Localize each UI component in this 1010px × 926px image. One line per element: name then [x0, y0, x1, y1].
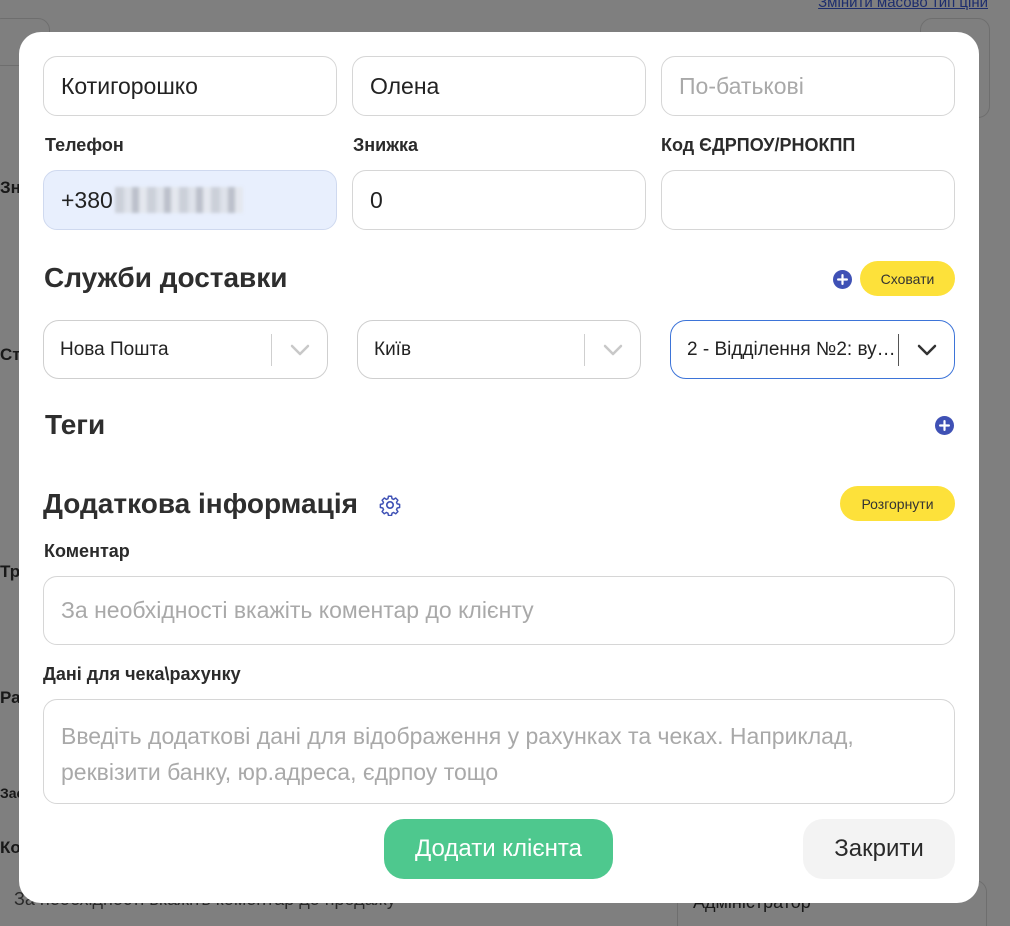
middle-name-input[interactable]: По-батькові: [661, 56, 955, 116]
chevron-down-icon[interactable]: [585, 344, 640, 356]
edrpou-input[interactable]: [661, 170, 955, 230]
receipt-data-textarea[interactable]: Введіть додаткові дані для відображення …: [43, 699, 955, 804]
discount-label: Знижка: [353, 135, 418, 155]
comment-input[interactable]: За необхідності вкажіть коментар до кліє…: [43, 576, 955, 645]
add-client-button[interactable]: Додати клієнта: [384, 819, 613, 879]
phone-redacted: [114, 187, 243, 213]
delivery-service-value: Нова Пошта: [60, 338, 169, 360]
discount-input[interactable]: 0: [352, 170, 646, 230]
phone-input[interactable]: +380: [43, 170, 337, 230]
branch-select[interactable]: 2 - Відділення №2: ву…: [670, 320, 955, 379]
branch-value: 2 - Відділення №2: ву…: [687, 338, 896, 360]
add-delivery-icon[interactable]: [833, 270, 852, 289]
gear-icon[interactable]: [379, 494, 401, 516]
chevron-down-icon[interactable]: [272, 344, 327, 356]
add-client-modal: Котигорошко Олена По-батькові Телефон Зн…: [19, 32, 979, 903]
delivery-title: Служби доставки: [44, 262, 288, 293]
phone-label: Телефон: [45, 135, 124, 155]
last-name-input[interactable]: Котигорошко: [43, 56, 337, 116]
tags-title: Теги: [45, 409, 106, 440]
city-value: Київ: [374, 338, 412, 360]
additional-info-title: Додаткова інформація: [43, 488, 358, 519]
expand-additional-button[interactable]: Розгорнути: [840, 486, 955, 521]
chevron-down-icon[interactable]: [899, 344, 954, 356]
comment-label: Коментар: [44, 541, 130, 561]
receipt-data-label: Дані для чека\рахунку: [43, 664, 241, 684]
phone-value: +380: [61, 186, 113, 213]
first-name-input[interactable]: Олена: [352, 56, 646, 116]
delivery-service-select[interactable]: Нова Пошта: [43, 320, 328, 379]
add-tag-icon[interactable]: [935, 416, 954, 435]
hide-delivery-button[interactable]: Сховати: [860, 261, 955, 296]
close-button[interactable]: Закрити: [803, 819, 955, 879]
city-select[interactable]: Київ: [357, 320, 641, 379]
edrpou-label: Код ЄДРПОУ/РНОКПП: [661, 135, 856, 155]
